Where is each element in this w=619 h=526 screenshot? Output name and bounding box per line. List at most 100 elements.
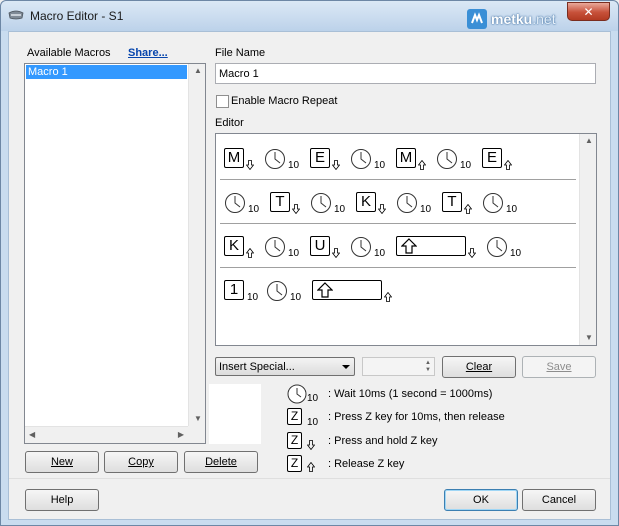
key-event[interactable]: T [442,192,462,212]
scroll-down-arrow-icon[interactable]: ▼ [194,415,202,423]
scroll-up-arrow-icon[interactable]: ▲ [194,67,202,75]
scroll-up-arrow-icon[interactable]: ▲ [585,137,593,145]
legend-up-text: : Release Z key [328,458,405,470]
enable-repeat-label[interactable]: Enable Macro Repeat [231,95,337,107]
legend-wait-ms: 10 [307,393,319,404]
brand-tld: .net [532,11,556,27]
macro-row: K 10 U 10 10 [220,236,576,266]
wait-duration: 10 [510,248,522,259]
brand-name: metku [491,11,533,27]
wait-duration: 10 [506,204,518,215]
new-macro-button[interactable]: New [25,451,99,473]
scroll-right-arrow-icon[interactable]: ▶ [178,431,184,439]
window-title: Macro Editor - S1 [30,9,124,23]
arrow-down-icon [292,204,300,214]
ok-button[interactable]: OK [444,489,518,511]
arrow-up-icon [384,292,392,302]
arrow-down-icon [246,160,254,170]
file-name-label: File Name [215,47,266,59]
footer-divider [9,478,610,479]
clock-icon [311,193,331,213]
arrow-up-icon [307,462,315,472]
row-separator [220,223,576,224]
wait-duration: 10 [288,248,300,259]
legend-wait-text: : Wait 10ms (1 second = 1000ms) [328,388,493,400]
legend-tap-key: Z [287,408,302,425]
key-event[interactable]: M [396,148,416,168]
scroll-down-arrow-icon[interactable]: ▼ [585,334,593,342]
file-name-input[interactable] [215,63,596,84]
delete-macro-button[interactable]: Delete [184,451,258,473]
copy-macro-button[interactable]: Copy [104,451,178,473]
wait-duration: 10 [290,292,302,303]
shift-arrow-icon [317,282,333,298]
wait-duration: 10 [248,204,260,215]
keyboard-app-icon [8,10,24,20]
macro-list-vertical-scrollbar[interactable]: ▲ ▼ [188,64,205,426]
row-separator [220,179,576,180]
legend-up-key: Z [287,455,302,472]
wait-duration: 10 [374,160,386,171]
wait-duration: 10 [374,248,386,259]
share-link[interactable]: Share... [128,47,168,59]
wait-duration: 10 [460,160,472,171]
arrow-down-icon [468,248,476,258]
macro-row: 10 T 10 K 10 T 10 [220,192,576,222]
key-event[interactable]: K [356,192,376,212]
scroll-left-arrow-icon[interactable]: ◀ [29,431,35,439]
clock-icon [487,237,507,257]
clock-icon [397,193,417,213]
clock-icon [265,237,285,257]
clock-icon [483,193,503,213]
macro-row: 1 10 10 [220,280,576,310]
clock-icon [351,237,371,257]
metku-logo-icon [467,9,487,29]
clock-icon [225,193,245,213]
scroll-corner [188,426,205,443]
editor-label: Editor [215,117,244,129]
row-separator [220,267,576,268]
shift-key-event[interactable] [396,236,466,256]
save-button[interactable]: Save [522,356,596,378]
cancel-button[interactable]: Cancel [522,489,596,511]
enable-repeat-checkbox[interactable] [216,95,229,108]
key-event[interactable]: M [224,148,244,168]
clock-icon [267,281,287,301]
key-event[interactable]: E [482,148,502,168]
tap-duration: 10 [247,292,259,303]
legend-down-key: Z [287,432,302,449]
legend-down-text: : Press and hold Z key [328,435,438,447]
key-event[interactable]: K [224,236,244,256]
special-value-spinner[interactable]: ▲ ▼ [362,357,435,376]
clock-icon [351,149,371,169]
macro-editor-area[interactable]: M 10 E 10 M 10 E 10 T 10 K 10 T 10 K 10 U 10 10 1 10 10 ▲ ▼ [215,133,597,346]
list-item[interactable]: Macro 1 [26,65,187,79]
arrow-down-icon [332,248,340,258]
title-bar[interactable]: Macro Editor - S1 metku.net ✕ [1,1,618,31]
key-event[interactable]: T [270,192,290,212]
legend-tap-ms: 10 [307,417,319,428]
clock-icon [287,384,307,404]
shift-key-event[interactable] [312,280,382,300]
arrow-down-icon [332,160,340,170]
insert-special-dropdown[interactable]: Insert Special... [215,357,355,376]
clock-icon [437,149,457,169]
wait-duration: 10 [334,204,346,215]
arrow-up-icon [504,160,512,170]
close-icon: ✕ [583,4,594,19]
help-button[interactable]: Help [25,489,99,511]
close-button[interactable]: ✕ [567,2,610,21]
macro-row: M 10 E 10 M 10 E [220,148,576,178]
macro-list-horizontal-scrollbar[interactable]: ◀ ▶ [25,426,188,443]
available-macros-label: Available Macros [27,47,111,59]
key-event[interactable]: U [310,236,330,256]
macro-list[interactable]: Macro 1 ▲ ▼ ◀ ▶ [24,63,206,444]
arrow-up-icon [464,204,472,214]
insert-special-value: Insert Special... [219,361,295,373]
editor-vertical-scrollbar[interactable]: ▲ ▼ [579,134,596,345]
key-event[interactable]: E [310,148,330,168]
clear-button[interactable]: Clear [442,356,516,378]
arrow-up-icon [246,248,254,258]
spin-down-icon[interactable]: ▼ [425,366,431,374]
key-event[interactable]: 1 [224,280,244,300]
